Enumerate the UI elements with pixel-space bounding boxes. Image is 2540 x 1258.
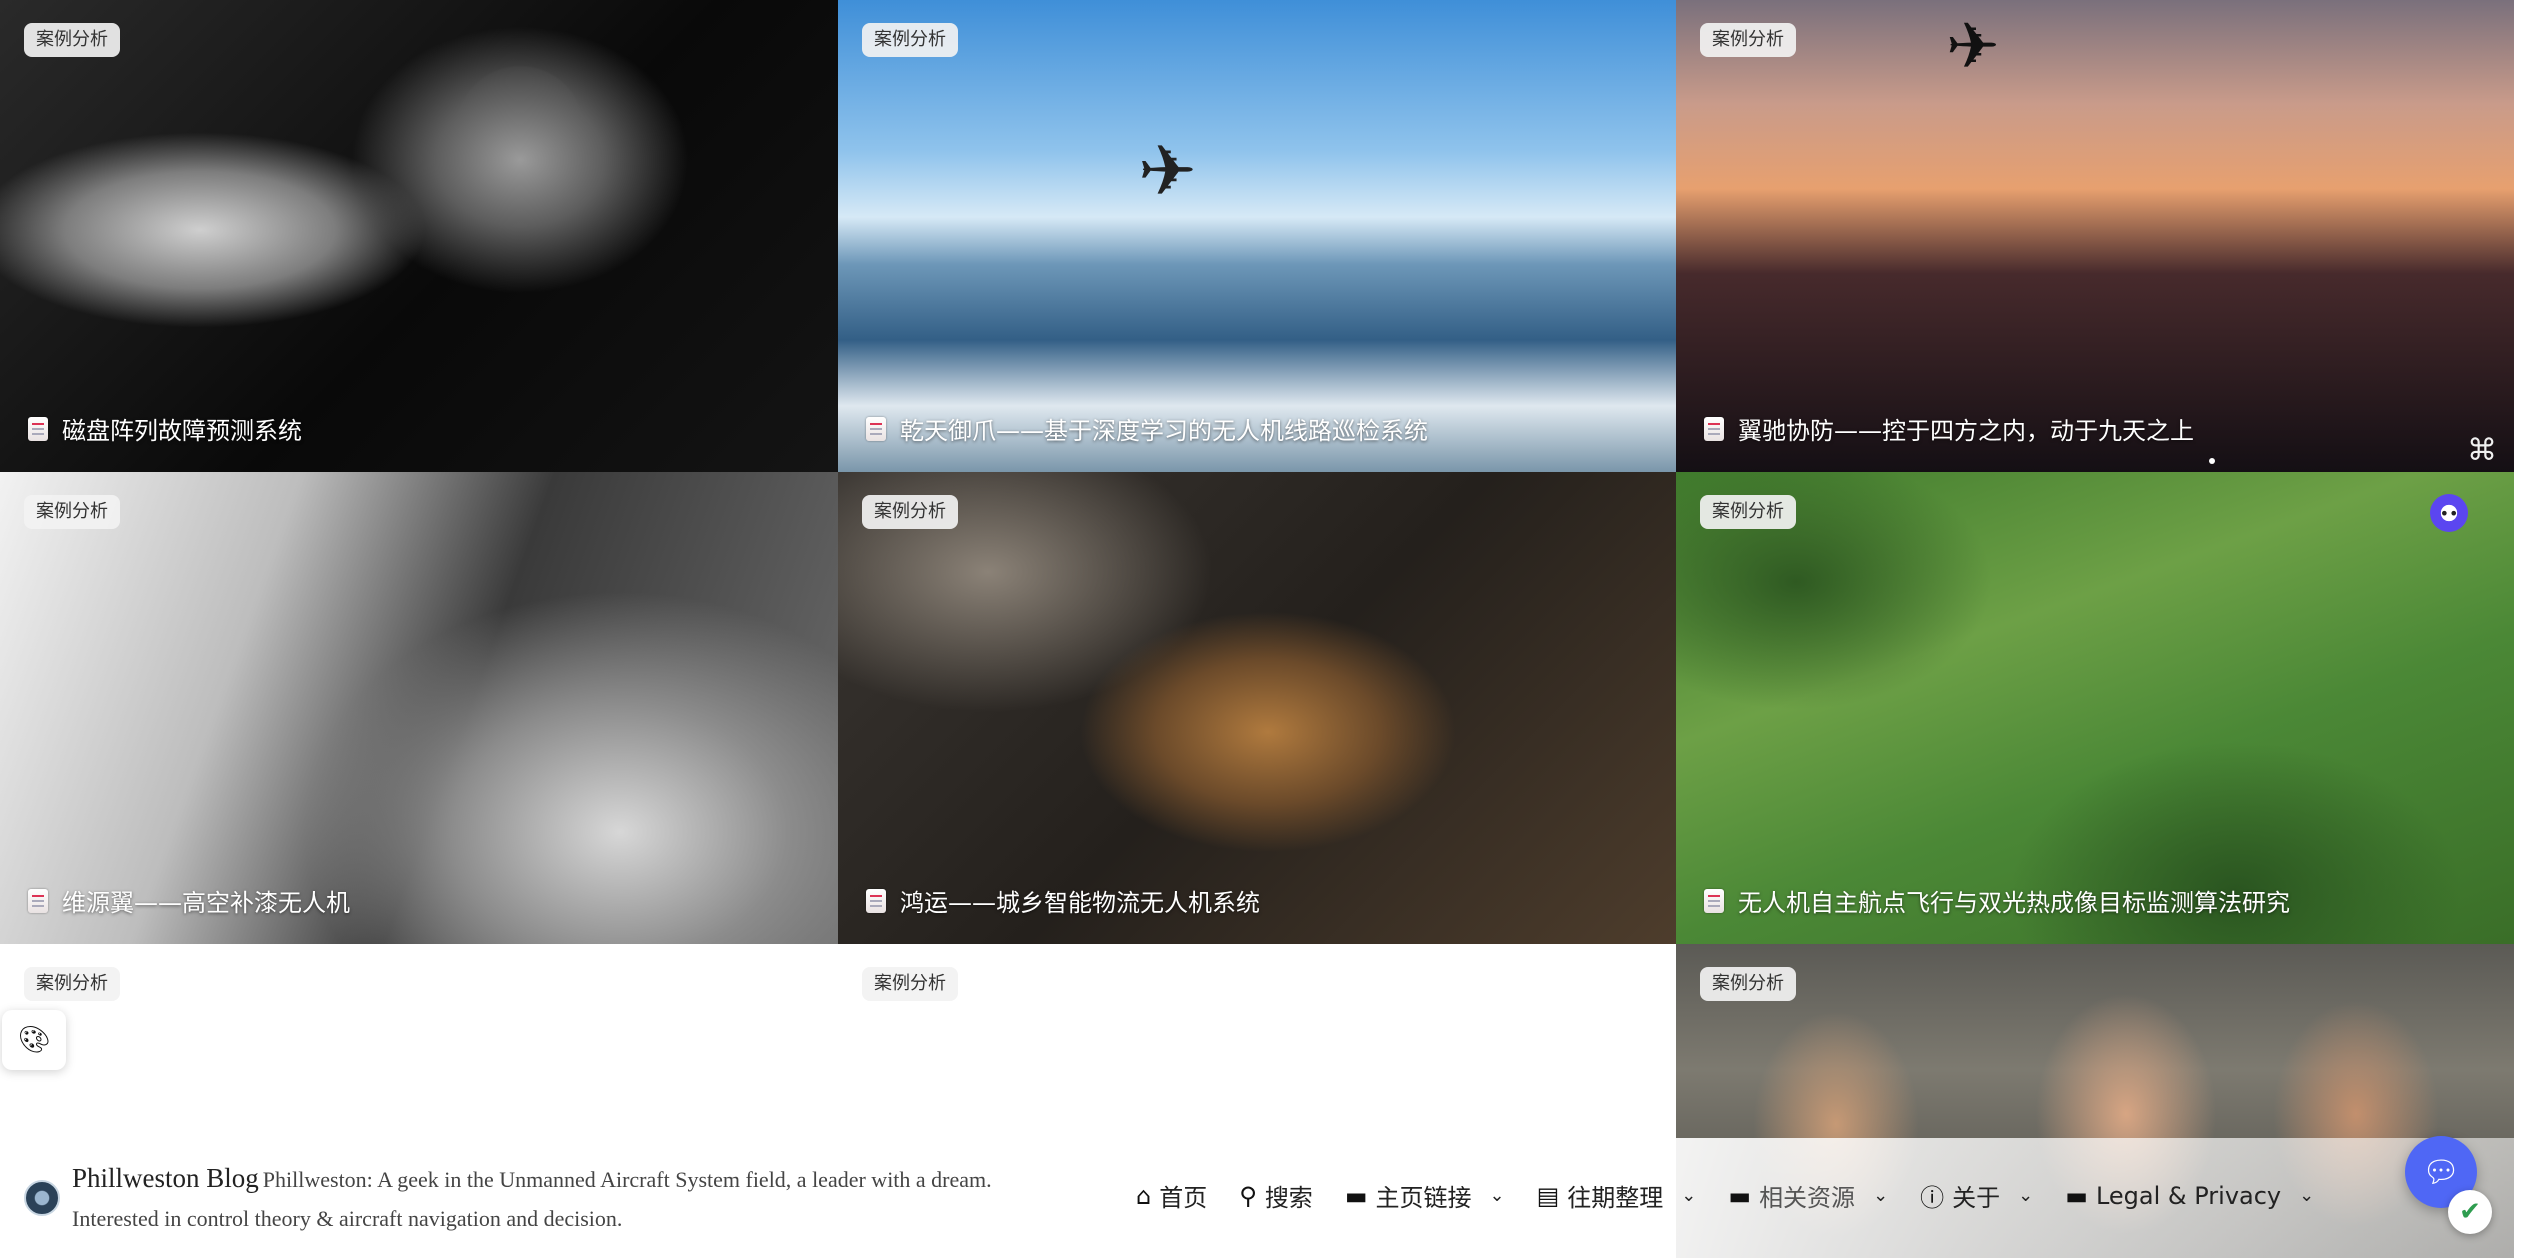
menu-label: 首页 [1159, 1184, 1208, 1212]
post-title[interactable]: 翼驰协防——控于四方之内，动于九天之上 [1704, 411, 2194, 446]
home-icon: ⌂ [1136, 1181, 1152, 1210]
post-title[interactable]: 维源翼——高空补漆无人机 [28, 883, 350, 918]
post-title[interactable]: 无人机自主航点飞行与双光热成像目标监测算法研究 [1704, 883, 2290, 918]
document-icon [866, 416, 886, 441]
menu-label: 相关资源 [1759, 1184, 1856, 1212]
category-tag[interactable]: 案例分析 [1700, 23, 1796, 57]
post-cover-image [0, 472, 838, 944]
category-tag[interactable]: 案例分析 [862, 495, 958, 529]
drone-icon: ✈ [1138, 130, 1197, 212]
post-title-text: 维源翼——高空补漆无人机 [62, 889, 350, 917]
command-menu-icon[interactable]: ⌘ [2462, 430, 2502, 470]
chevron-down-icon: ⌄ [1681, 1185, 1697, 1206]
archive-icon: ▤ [1536, 1181, 1560, 1210]
category-tag[interactable]: 案例分析 [24, 967, 120, 1001]
menu-item-resources[interactable]: ▬ 相关资源 ⌄ [1728, 1178, 1888, 1213]
chevron-down-icon: ⌄ [2018, 1185, 2034, 1206]
search-icon: ⚲ [1239, 1181, 1257, 1210]
post-card[interactable]: ✈ 案例分析 乾天御爪——基于深度学习的无人机线路巡检系统 [838, 0, 1676, 472]
post-cover-image [0, 944, 838, 1138]
post-title[interactable]: 乾天御爪——基于深度学习的无人机线路巡检系统 [866, 411, 1428, 446]
main-menu: ⌂ 首页 ⚲ 搜索 ▬ 主页链接 ⌄ ▤ 往期整理 ⌄ ▬ 相关资源 ⌄ ⓘ 关… [1136, 1178, 2314, 1213]
shield-check-icon[interactable]: ✔ [2448, 1190, 2492, 1234]
category-tag[interactable]: 案例分析 [24, 495, 120, 529]
post-title-text: 磁盘阵列故障预测系统 [62, 417, 302, 445]
post-card[interactable]: 案例分析 磁盘阵列故障预测系统 [0, 0, 838, 472]
post-card[interactable]: ✈ 案例分析 翼驰协防——控于四方之内，动于九天之上 [1676, 0, 2514, 472]
menu-item-homepage-links[interactable]: ▬ 主页链接 ⌄ [1345, 1178, 1505, 1213]
bottom-navbar: Phillweston Blog Phillweston: A geek in … [0, 1138, 2514, 1258]
menu-label: 搜索 [1264, 1184, 1313, 1212]
document-icon [1704, 416, 1724, 441]
blog-name[interactable]: Phillweston Blog [72, 1163, 259, 1193]
folder-icon: ▬ [2065, 1181, 2088, 1210]
menu-item-search[interactable]: ⚲ 搜索 [1239, 1178, 1313, 1213]
post-cover-image [838, 0, 1676, 472]
site-brand: Phillweston Blog Phillweston: A geek in … [72, 1160, 1082, 1240]
post-cover-image [1676, 472, 2514, 944]
post-title-text: 乾天御爪——基于深度学习的无人机线路巡检系统 [900, 417, 1428, 445]
post-cover-image [838, 472, 1676, 944]
category-tag[interactable]: 案例分析 [1700, 967, 1796, 1001]
post-card[interactable]: 案例分析 无人机自主航点飞行与双光热成像目标监测算法研究 [1676, 472, 2514, 944]
menu-label: 往期整理 [1567, 1184, 1664, 1212]
drone-icon: ✈ [1946, 10, 2000, 84]
post-card[interactable]: 案例分析 维源翼——高空补漆无人机 [0, 472, 838, 944]
document-icon [28, 888, 48, 913]
document-icon [866, 888, 886, 913]
palette-icon[interactable]: 🎨︎ [2, 1010, 66, 1070]
post-cover-image [1676, 0, 2514, 472]
category-tag[interactable]: 案例分析 [862, 967, 958, 1001]
folder-icon: ▬ [1344, 1181, 1368, 1210]
post-title-text: 鸿运——城乡智能物流无人机系统 [900, 889, 1260, 917]
post-cover-image [0, 0, 838, 472]
menu-item-home[interactable]: ⌂ 首页 [1136, 1178, 1207, 1213]
post-card[interactable]: 案例分析 [0, 944, 838, 1138]
post-title-text: 无人机自主航点飞行与双光热成像目标监测算法研究 [1738, 889, 2290, 917]
category-tag[interactable]: 案例分析 [862, 23, 958, 57]
menu-item-about[interactable]: ⓘ 关于 ⌄ [1920, 1178, 2033, 1213]
folder-icon: ▬ [1728, 1181, 1752, 1210]
category-tag[interactable]: 案例分析 [24, 23, 120, 57]
document-icon [28, 416, 48, 441]
menu-label: 主页链接 [1375, 1184, 1472, 1212]
chevron-down-icon: ⌄ [2299, 1185, 2315, 1206]
site-logo[interactable] [24, 1180, 60, 1216]
menu-item-legal-privacy[interactable]: ▬ Legal & Privacy ⌄ [2065, 1182, 2314, 1210]
post-card[interactable]: 案例分析 鸿运——城乡智能物流无人机系统 [838, 472, 1676, 944]
menu-label: 关于 [1952, 1184, 2001, 1212]
carousel-dot[interactable] [2209, 458, 2215, 464]
menu-label: Legal & Privacy [2095, 1181, 2282, 1210]
post-card[interactable]: 案例分析 [838, 944, 1676, 1138]
info-icon: ⓘ [1920, 1184, 1945, 1212]
post-cover-image [838, 944, 1676, 1138]
post-title-text: 翼驰协防——控于四方之内，动于九天之上 [1738, 417, 2194, 445]
chevron-down-icon: ⌄ [1873, 1185, 1889, 1206]
category-tag[interactable]: 案例分析 [1700, 495, 1796, 529]
menu-item-archive[interactable]: ▤ 往期整理 ⌄ [1537, 1178, 1697, 1213]
document-icon [1704, 888, 1724, 913]
chevron-down-icon: ⌄ [1489, 1185, 1505, 1206]
post-title[interactable]: 鸿运——城乡智能物流无人机系统 [866, 883, 1260, 918]
assistant-avatar-icon[interactable]: •• [2430, 494, 2468, 532]
post-title[interactable]: 磁盘阵列故障预测系统 [28, 411, 302, 446]
